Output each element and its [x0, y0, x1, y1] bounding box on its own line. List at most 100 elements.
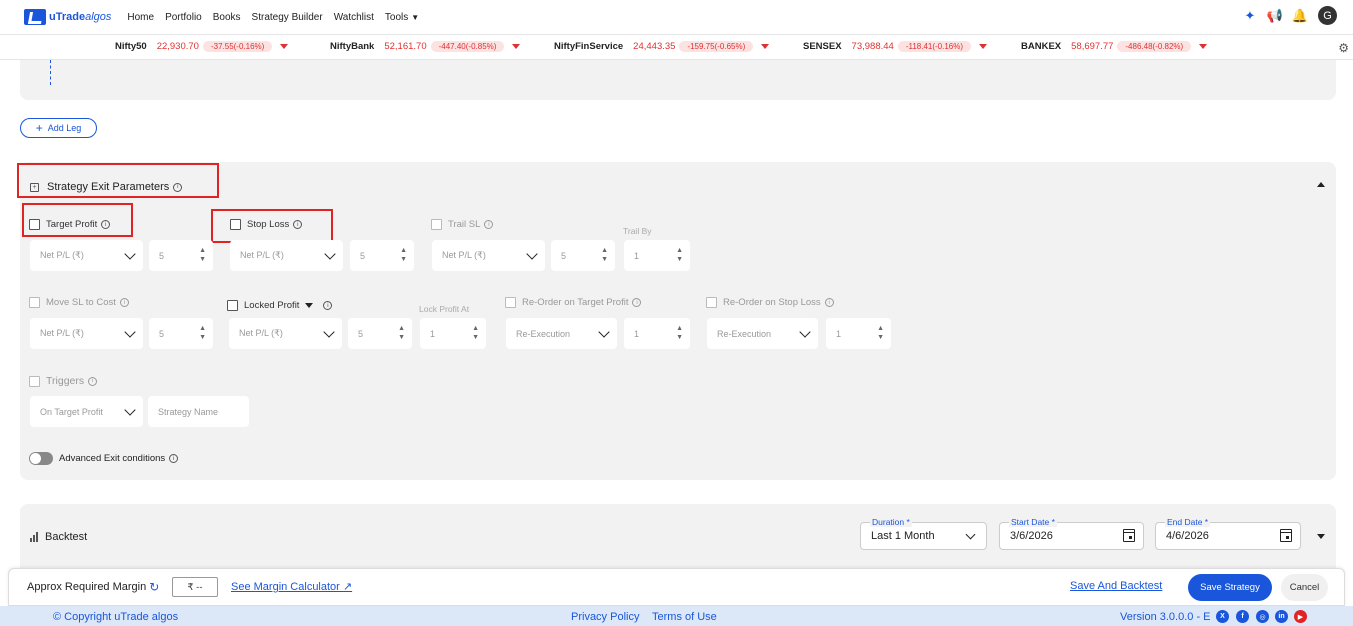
info-icon[interactable]: i: [169, 454, 179, 463]
trail-sl-checkbox[interactable]: Trail SL i: [431, 219, 494, 230]
youtube-icon[interactable]: ▶: [1294, 610, 1307, 623]
calendar-icon[interactable]: [1123, 529, 1135, 542]
strategy-name-input[interactable]: Strategy Name: [148, 396, 249, 427]
ticker-item[interactable]: NiftyBank 52,161.70 -447.40(-0.85%): [330, 41, 521, 52]
ticker-item[interactable]: SENSEX 73,988.44 -118.41(-0.16%): [803, 41, 988, 52]
ticker-change: -159.75(-0.65%): [679, 41, 754, 52]
cancel-button[interactable]: Cancel: [1281, 574, 1328, 601]
bell-icon[interactable]: 🔔: [1292, 8, 1308, 24]
nav-tools[interactable]: Tools ▼: [385, 12, 419, 23]
duration-select[interactable]: Duration * Last 1 Month: [860, 517, 987, 550]
stepper-icon[interactable]: ▲ ▼: [877, 324, 884, 342]
checkbox[interactable]: [29, 219, 40, 230]
footer: © Copyright uTrade algos Privacy Policy …: [0, 606, 1353, 626]
select-value: On Target Profit: [40, 406, 103, 417]
nav-watchlist[interactable]: Watchlist: [334, 12, 374, 23]
info-icon[interactable]: i: [323, 301, 333, 310]
add-leg-button[interactable]: + Add Leg: [20, 118, 97, 138]
stop-loss-value-input[interactable]: 5 ▲ ▼: [350, 240, 414, 271]
reorder-target-count-input[interactable]: 1 ▲ ▼: [624, 318, 690, 349]
reorder-sl-select[interactable]: Re-Execution: [707, 318, 818, 349]
instagram-icon[interactable]: ◎: [1256, 610, 1269, 623]
reorder-target-select[interactable]: Re-Execution: [506, 318, 617, 349]
refresh-icon[interactable]: ↻: [149, 580, 159, 594]
checkbox[interactable]: [431, 219, 442, 230]
save-strategy-button[interactable]: Save Strategy: [1188, 574, 1272, 601]
info-icon[interactable]: i: [293, 220, 303, 229]
trigger-event-select[interactable]: On Target Profit: [30, 396, 143, 427]
info-icon[interactable]: i: [101, 220, 111, 229]
ticker-item[interactable]: Nifty50 22,930.70 -37.55(-0.16%): [115, 41, 289, 52]
end-date-field[interactable]: End Date * 4/6/2026: [1155, 517, 1301, 550]
avatar[interactable]: G: [1318, 6, 1337, 25]
move-sl-type-select[interactable]: Net P/L (₹): [30, 318, 143, 349]
locked-profit-value-input[interactable]: 5 ▲ ▼: [348, 318, 412, 349]
lock-profit-at-input[interactable]: 1 ▲ ▼: [420, 318, 486, 349]
checkbox[interactable]: [29, 375, 40, 387]
stepper-icon[interactable]: ▲ ▼: [398, 324, 405, 342]
info-icon[interactable]: i: [88, 376, 98, 386]
calendar-icon[interactable]: [1280, 529, 1292, 542]
target-profit-checkbox[interactable]: Target Profit i: [29, 219, 111, 230]
trail-sl-value-input[interactable]: 5 ▲ ▼: [551, 240, 615, 271]
checkbox[interactable]: [706, 297, 717, 308]
collapse-up-icon[interactable]: [1317, 182, 1325, 187]
info-icon[interactable]: i: [632, 298, 642, 307]
reorder-target-checkbox[interactable]: Re-Order on Target Profit i: [505, 297, 642, 308]
checkbox[interactable]: [505, 297, 516, 308]
top-navbar: uTradealgos Home Portfolio Books Strateg…: [0, 0, 1353, 35]
reorder-sl-count-input[interactable]: 1 ▲ ▼: [826, 318, 891, 349]
facebook-icon[interactable]: f: [1236, 610, 1249, 623]
stepper-icon[interactable]: ▲ ▼: [601, 246, 608, 264]
locked-profit-type-select[interactable]: Net P/L (₹): [229, 318, 342, 349]
megaphone-icon[interactable]: 📢: [1267, 8, 1283, 24]
start-date-field[interactable]: Start Date * 3/6/2026: [999, 517, 1144, 550]
stop-loss-type-select[interactable]: Net P/L (₹): [230, 240, 343, 271]
triggers-label: Triggers: [46, 375, 85, 387]
ticker-item[interactable]: BANKEX 58,697.77 -486.48(-0.82%): [1021, 41, 1208, 52]
stepper-icon[interactable]: ▲ ▼: [472, 324, 479, 342]
nav-home[interactable]: Home: [127, 12, 154, 23]
stepper-icon[interactable]: ▲ ▼: [199, 246, 206, 264]
margin-calculator-link[interactable]: See Margin Calculator ↗: [231, 580, 352, 593]
select-value: Net P/L (₹): [240, 250, 284, 260]
gear-icon[interactable]: ⚙: [1338, 41, 1349, 55]
checkbox[interactable]: [29, 297, 40, 308]
x-twitter-icon[interactable]: X: [1216, 610, 1229, 623]
duration-value: Last 1 Month: [871, 530, 935, 542]
checkbox[interactable]: [230, 219, 241, 230]
end-date-label: End Date *: [1165, 517, 1211, 527]
backtest-header[interactable]: Backtest: [30, 531, 87, 543]
move-sl-value-input[interactable]: 5 ▲ ▼: [149, 318, 213, 349]
caret-down-icon[interactable]: [305, 303, 314, 308]
target-profit-type-select[interactable]: Net P/L (₹): [30, 240, 143, 271]
info-icon[interactable]: i: [119, 298, 129, 307]
ticker-item[interactable]: NiftyFinService 24,443.35 -159.75(-0.65%…: [554, 41, 770, 52]
linkedin-icon[interactable]: in: [1275, 610, 1288, 623]
stepper-icon[interactable]: ▲ ▼: [676, 246, 683, 264]
terms-of-use-link[interactable]: Terms of Use: [652, 611, 717, 623]
logo[interactable]: uTradealgos: [24, 9, 111, 25]
stepper-icon[interactable]: ▲ ▼: [676, 324, 683, 342]
info-icon[interactable]: i: [824, 298, 834, 307]
triggers-checkbox[interactable]: Triggers i: [29, 375, 98, 387]
nav-strategy-builder[interactable]: Strategy Builder: [252, 12, 323, 23]
caret-down-icon[interactable]: [1317, 534, 1325, 539]
nav-books[interactable]: Books: [213, 12, 241, 23]
privacy-policy-link[interactable]: Privacy Policy: [571, 611, 639, 623]
sparkle-icon[interactable]: ✦: [1242, 8, 1258, 24]
trail-sl-type-select[interactable]: Net P/L (₹): [432, 240, 545, 271]
target-profit-value-input[interactable]: 5 ▲ ▼: [149, 240, 213, 271]
locked-profit-checkbox[interactable]: Locked Profit i: [227, 300, 333, 311]
reorder-sl-checkbox[interactable]: Re-Order on Stop Loss i: [706, 297, 834, 308]
trail-by-input[interactable]: 1 ▲ ▼: [624, 240, 690, 271]
stop-loss-checkbox[interactable]: Stop Loss i: [230, 219, 303, 230]
advanced-exit-toggle[interactable]: [29, 452, 53, 465]
info-icon[interactable]: i: [484, 220, 494, 229]
stepper-icon[interactable]: ▲ ▼: [400, 246, 407, 264]
save-and-backtest-link[interactable]: Save And Backtest: [1070, 580, 1162, 592]
stepper-icon[interactable]: ▲ ▼: [199, 324, 206, 342]
move-sl-checkbox[interactable]: Move SL to Cost i: [29, 297, 129, 308]
nav-portfolio[interactable]: Portfolio: [165, 12, 202, 23]
checkbox[interactable]: [227, 300, 238, 311]
